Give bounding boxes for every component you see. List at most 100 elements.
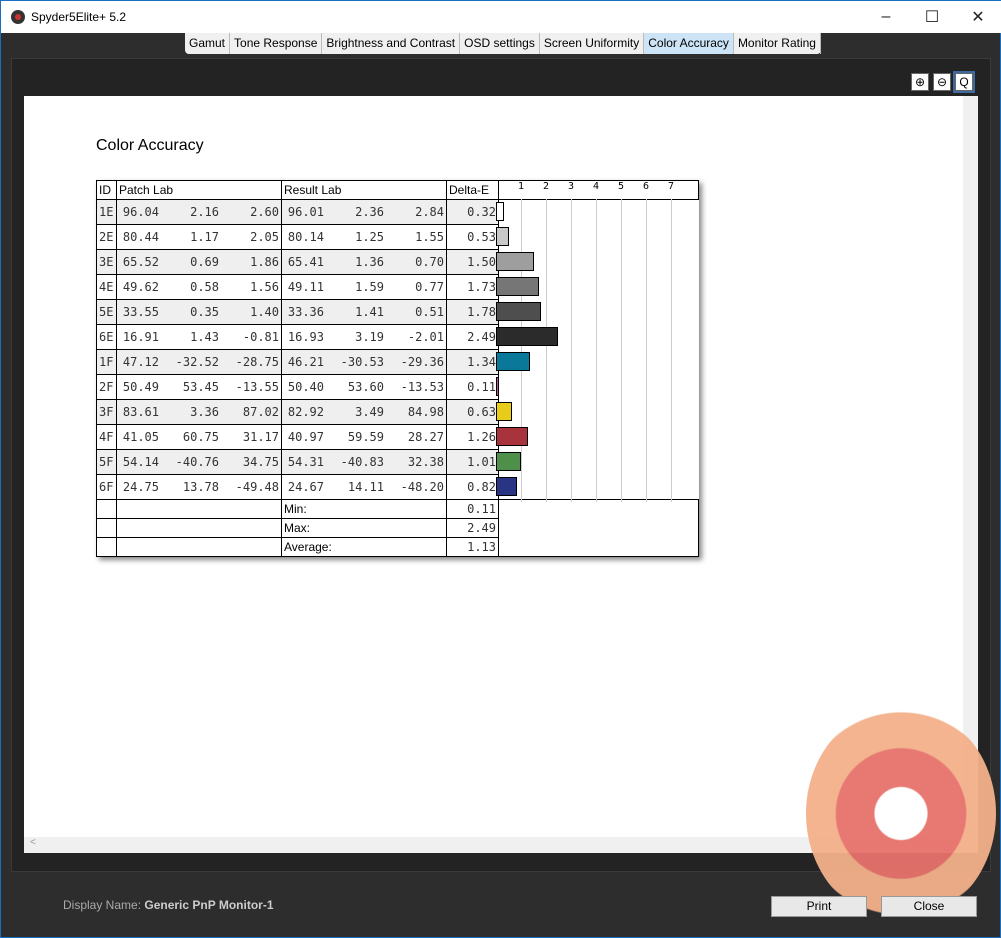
vertical-scrollbar[interactable]	[963, 96, 978, 838]
lab-value: 96.04	[122, 205, 159, 219]
delta-e-value: 0.32	[446, 199, 499, 225]
close-window-button[interactable]: ✕	[955, 1, 1001, 33]
lab-value: 2.16	[190, 205, 219, 219]
gridline	[596, 199, 597, 502]
page-title: Color Accuracy	[96, 137, 204, 154]
lab-value: 3.36	[190, 405, 219, 419]
lab-value: 46.21	[287, 355, 324, 369]
delta-e-value: 1.34	[446, 349, 499, 375]
zoom-out-icon[interactable]: ⊖	[933, 73, 951, 91]
maximize-button[interactable]: ☐	[909, 1, 955, 33]
delta-e-value: 0.11	[446, 374, 499, 400]
lab-value: 3.19	[355, 330, 384, 344]
zoom-in-icon[interactable]: ⊕	[911, 73, 929, 91]
lab-value: 1.43	[190, 330, 219, 344]
lab-value: 1.86	[250, 255, 279, 269]
window-title: Spyder5Elite+ 5.2	[31, 10, 127, 24]
tab-monitor-rating[interactable]: Monitor Rating	[734, 33, 821, 54]
lab-value: 40.97	[287, 430, 324, 444]
tab-bar: Gamut Tone Response Brightness and Contras…	[185, 33, 821, 54]
id-header: ID	[96, 180, 117, 200]
lab-value: -0.81	[242, 330, 279, 344]
gridline	[621, 199, 622, 502]
delta-e-value: 1.50	[446, 249, 499, 275]
delta-e-value: 0.63	[446, 399, 499, 425]
tab-screen-uniformity[interactable]: Screen Uniformity	[540, 33, 645, 54]
delta-e-bar	[496, 277, 540, 296]
patch-id: 1E	[96, 199, 117, 225]
lab-value: 2.05	[250, 230, 279, 244]
zoom-fit-icon[interactable]: Q	[953, 71, 975, 93]
patch-id: 3F	[96, 399, 117, 425]
lab-value: 49.11	[287, 280, 324, 294]
tab-tone-response[interactable]: Tone Response	[230, 33, 323, 54]
patch-id: 6F	[96, 474, 117, 500]
lab-value: -48.20	[400, 480, 444, 494]
close-button[interactable]: Close	[881, 896, 977, 917]
display-name-value: Generic PnP Monitor-1	[144, 898, 274, 912]
tab-color-accuracy[interactable]: Color Accuracy	[644, 33, 734, 54]
gridline	[571, 199, 572, 502]
lab-value: 34.75	[242, 455, 279, 469]
lab-value: -2.01	[407, 330, 444, 344]
lab-value: 1.41	[355, 305, 384, 319]
lab-value: -13.55	[235, 380, 279, 394]
lab-value: 0.70	[415, 255, 444, 269]
lab-value: 41.05	[122, 430, 159, 444]
app-icon	[11, 10, 25, 24]
lab-value: 2.84	[415, 205, 444, 219]
delta-e-bar	[496, 477, 517, 496]
tab-osd-settings[interactable]: OSD settings	[460, 33, 540, 54]
scale-tick-label: 6	[643, 181, 650, 192]
patch-lab-header: Patch Lab	[116, 180, 282, 200]
delta-e-bar	[496, 302, 541, 321]
patch-id: 5F	[96, 449, 117, 475]
summary-value: 2.49	[446, 518, 499, 538]
lab-value: 83.61	[122, 405, 159, 419]
lab-value: 59.59	[347, 430, 384, 444]
lab-value: 1.40	[250, 305, 279, 319]
delta-e-value: 0.53	[446, 224, 499, 250]
delta-e-value: 1.73	[446, 274, 499, 300]
summary-value: 0.11	[446, 499, 499, 519]
lab-value: -28.75	[235, 355, 279, 369]
lab-value: 53.45	[182, 380, 219, 394]
lab-value: 33.55	[122, 305, 159, 319]
patch-id: 2F	[96, 374, 117, 400]
delta-e-value: 1.78	[446, 299, 499, 325]
lab-value: 0.51	[415, 305, 444, 319]
delta-e-value: 1.01	[446, 449, 499, 475]
lab-value: 49.62	[122, 280, 159, 294]
zoom-controls: ⊕ ⊖ Q	[911, 71, 975, 93]
summary-label: Max:	[281, 518, 447, 538]
lab-value: 31.17	[242, 430, 279, 444]
result-lab-header: Result Lab	[281, 180, 447, 200]
delta-e-bar	[496, 402, 512, 421]
summary-row: Average: 1.13	[96, 537, 699, 557]
title-bar: Spyder5Elite+ 5.2 – ☐ ✕	[1, 1, 1001, 33]
delta-e-value: 0.82	[446, 474, 499, 500]
lab-value: 65.41	[287, 255, 324, 269]
summary-row: Max: 2.49	[96, 518, 699, 538]
lab-value: 24.67	[287, 480, 324, 494]
lab-value: 32.38	[407, 455, 444, 469]
delta-e-bar	[496, 427, 528, 446]
summary-label: Min:	[281, 499, 447, 519]
lab-value: -40.76	[175, 455, 219, 469]
tab-brightness-and-contrast[interactable]: Brightness and Contrast	[322, 33, 461, 54]
gridline	[671, 199, 672, 502]
tab-gamut[interactable]: Gamut	[185, 33, 231, 54]
scale-tick-label: 3	[568, 181, 575, 192]
lab-value: 87.02	[242, 405, 279, 419]
scale-tick-label: 4	[593, 181, 600, 192]
lab-value: 28.27	[407, 430, 444, 444]
lab-value: 60.75	[182, 430, 219, 444]
lab-value: -40.83	[340, 455, 384, 469]
lab-value: 47.12	[122, 355, 159, 369]
minimize-button[interactable]: –	[863, 1, 909, 33]
lab-value: 0.35	[190, 305, 219, 319]
patch-id: 1F	[96, 349, 117, 375]
print-button[interactable]: Print	[771, 896, 867, 917]
lab-value: 65.52	[122, 255, 159, 269]
lab-value: 80.14	[287, 230, 324, 244]
